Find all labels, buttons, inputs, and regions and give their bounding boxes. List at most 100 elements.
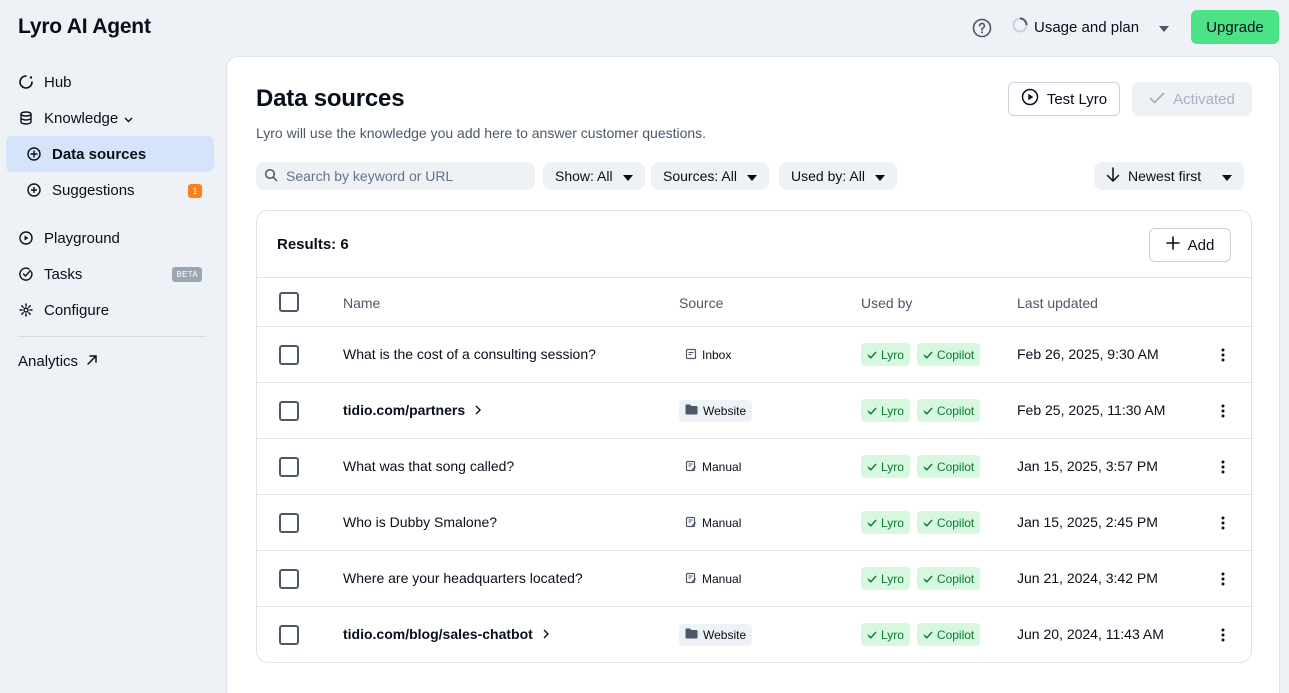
gear-icon — [18, 302, 34, 318]
sidebar-item-tasks[interactable]: Tasks BETA — [6, 256, 214, 292]
table-row[interactable]: What was that song called? Manual Lyro C… — [257, 439, 1251, 495]
source-tag: Website — [679, 624, 753, 646]
row-name-text: What was that song called? — [343, 458, 515, 474]
folder-icon — [685, 404, 698, 418]
source-tag: Manual — [679, 512, 747, 534]
source-tag: Manual — [679, 456, 747, 478]
more-options-icon[interactable] — [1215, 569, 1231, 589]
check-icon — [867, 516, 877, 530]
data-sources-table: Results: 6 Add Name Source Used by Last … — [256, 210, 1252, 663]
row-name[interactable]: tidio.com/blog/sales-chatbot — [343, 626, 549, 642]
sidebar-item-playground[interactable]: Playground — [6, 220, 214, 256]
check-icon — [867, 460, 877, 474]
hub-icon — [18, 74, 34, 90]
page-title: Data sources — [256, 85, 405, 112]
last-updated: Jun 20, 2024, 11:43 AM — [1017, 626, 1164, 642]
column-header-source[interactable]: Source — [679, 295, 723, 311]
sidebar-item-label: Configure — [44, 301, 110, 319]
more-options-icon[interactable] — [1215, 401, 1231, 421]
check-icon — [923, 460, 933, 474]
usage-and-plan-dropdown[interactable]: Usage and plan — [1012, 16, 1170, 38]
sources-filter-label: Sources: All — [663, 168, 737, 184]
activated-label: Activated — [1173, 90, 1235, 108]
add-button[interactable]: Add — [1149, 228, 1231, 262]
last-updated: Jan 15, 2025, 3:57 PM — [1017, 458, 1158, 474]
row-name[interactable]: What was that song called? — [343, 458, 514, 474]
used-by-tags: Lyro Copilot — [861, 623, 981, 646]
sources-filter-dropdown[interactable]: Sources: All — [651, 162, 769, 190]
check-icon — [867, 348, 877, 362]
database-icon — [18, 110, 34, 126]
source-label: Manual — [702, 572, 742, 586]
sidebar-item-analytics[interactable]: Analytics — [18, 353, 98, 370]
show-filter-label: Show: All — [555, 168, 613, 184]
sort-dropdown[interactable]: Newest first — [1094, 162, 1244, 190]
table-row[interactable]: What is the cost of a consulting session… — [257, 327, 1251, 383]
test-lyro-button[interactable]: Test Lyro — [1008, 82, 1120, 116]
column-header-name[interactable]: Name — [343, 295, 380, 311]
row-name-text: tidio.com/blog/sales-chatbot — [343, 626, 533, 642]
row-name[interactable]: Who is Dubby Smalone? — [343, 514, 497, 530]
used-by-tag-lyro: Lyro — [861, 455, 910, 478]
search-box — [256, 162, 535, 190]
column-header-last-updated[interactable]: Last updated — [1017, 295, 1098, 311]
more-options-icon[interactable] — [1215, 513, 1231, 533]
sidebar-item-hub[interactable]: Hub — [6, 64, 214, 100]
sidebar-item-configure[interactable]: Configure — [6, 292, 214, 328]
row-name[interactable]: What is the cost of a consulting session… — [343, 346, 596, 362]
used-by-tag-lyro: Lyro — [861, 567, 910, 590]
last-updated: Jun 21, 2024, 3:42 PM — [1017, 570, 1158, 586]
row-checkbox[interactable] — [279, 513, 299, 533]
search-input[interactable] — [286, 168, 526, 184]
table-row[interactable]: tidio.com/blog/sales-chatbot Website Lyr… — [257, 607, 1251, 662]
select-all-checkbox[interactable] — [279, 292, 299, 312]
upgrade-button[interactable]: Upgrade — [1191, 10, 1279, 44]
source-label: Manual — [702, 516, 742, 530]
row-checkbox[interactable] — [279, 625, 299, 645]
add-label: Add — [1187, 236, 1215, 254]
row-checkbox[interactable] — [279, 569, 299, 589]
table-row[interactable]: tidio.com/partners Website Lyro Copilot … — [257, 383, 1251, 439]
source-tag: Inbox — [679, 344, 737, 366]
row-checkbox[interactable] — [279, 457, 299, 477]
table-row[interactable]: Who is Dubby Smalone? Manual Lyro Copilo… — [257, 495, 1251, 551]
play-icon — [18, 230, 34, 246]
sidebar-item-label: Suggestions — [52, 181, 135, 199]
table-row[interactable]: Where are your headquarters located? Man… — [257, 551, 1251, 607]
more-options-icon[interactable] — [1215, 345, 1231, 365]
sidebar-item-suggestions[interactable]: Suggestions 1 — [6, 172, 214, 208]
table-header: Name Source Used by Last updated — [257, 277, 1251, 327]
check-icon — [923, 572, 933, 586]
chevron-down-icon — [124, 110, 133, 127]
tag-label: Lyro — [881, 515, 904, 530]
last-updated: Jan 15, 2025, 2:45 PM — [1017, 514, 1158, 530]
show-filter-dropdown[interactable]: Show: All — [543, 162, 645, 190]
tag-label: Copilot — [936, 515, 975, 530]
arrow-down-icon — [1106, 166, 1120, 186]
row-name[interactable]: Where are your headquarters located? — [343, 570, 583, 586]
sidebar-divider — [18, 336, 206, 337]
manual-edit-icon — [685, 572, 697, 587]
check-icon — [923, 516, 933, 530]
row-name[interactable]: tidio.com/partners — [343, 402, 482, 418]
check-icon — [867, 628, 877, 642]
row-checkbox[interactable] — [279, 401, 299, 421]
help-icon[interactable] — [972, 18, 992, 38]
external-link-icon — [86, 353, 98, 370]
sidebar-item-knowledge[interactable]: Knowledge — [6, 100, 214, 136]
check-icon — [1149, 91, 1165, 108]
row-name-text: Where are your headquarters located? — [343, 570, 583, 586]
caret-down-icon — [622, 168, 633, 184]
row-name-text: tidio.com/partners — [343, 402, 466, 418]
main-panel: Data sources Lyro will use the knowledge… — [226, 56, 1280, 693]
tag-label: Copilot — [936, 347, 975, 362]
more-options-icon[interactable] — [1215, 457, 1231, 477]
column-header-used-by[interactable]: Used by — [861, 295, 912, 311]
used-by-tags: Lyro Copilot — [861, 455, 981, 478]
row-checkbox[interactable] — [279, 345, 299, 365]
sidebar-item-label: Data sources — [52, 145, 147, 163]
activated-button: Activated — [1132, 82, 1252, 116]
more-options-icon[interactable] — [1215, 625, 1231, 645]
sidebar-item-data-sources[interactable]: Data sources — [6, 136, 214, 172]
used-by-filter-dropdown[interactable]: Used by: All — [779, 162, 897, 190]
